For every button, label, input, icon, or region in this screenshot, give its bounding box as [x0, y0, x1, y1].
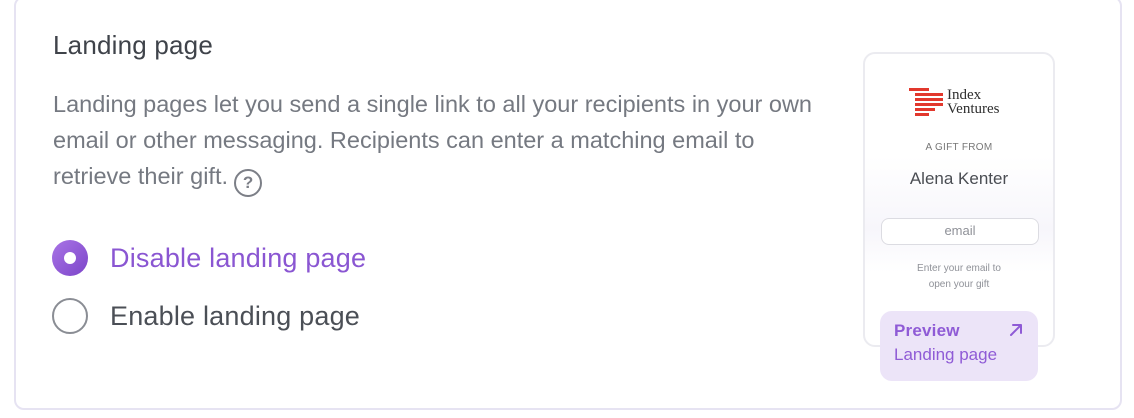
- index-ventures-logo-icon: [909, 88, 943, 116]
- radio-enable-landing-page[interactable]: Enable landing page: [52, 298, 360, 334]
- description-text: Landing pages let you send a single link…: [53, 91, 812, 189]
- radio-disable-landing-page[interactable]: Disable landing page: [52, 240, 366, 276]
- radio-label-enable[interactable]: Enable landing page: [110, 301, 360, 332]
- radio-label-disable[interactable]: Disable landing page: [110, 243, 366, 274]
- question-circle-icon[interactable]: ?: [234, 169, 263, 197]
- logo-line-1: Index: [947, 87, 982, 103]
- section-title: Landing page: [53, 30, 213, 60]
- logo-text: Index Ventures: [947, 87, 1000, 117]
- radio-button-unchecked[interactable]: [52, 298, 88, 334]
- arrow-up-right-icon: [1010, 324, 1022, 336]
- sender-name: Alena Kenter: [909, 169, 1009, 188]
- gift-from-label: A GIFT FROM: [925, 142, 993, 153]
- section-description: Landing pages let you send a single link…: [53, 86, 813, 197]
- hint-line-1: Enter your email to: [917, 263, 1001, 274]
- company-logo: Index Ventures: [909, 87, 1000, 117]
- email-hint: Enter your email to open your gift: [865, 261, 1053, 293]
- landing-page-preview-card: Index Ventures A GIFT FROM Alena Kenter …: [863, 52, 1055, 347]
- email-input-preview: email: [881, 218, 1039, 245]
- logo-line-2: Ventures: [947, 101, 1000, 117]
- preview-landing-page-button[interactable]: Preview Landing page: [880, 311, 1038, 381]
- radio-button-checked[interactable]: [52, 240, 88, 276]
- hint-line-2: open your gift: [928, 279, 990, 290]
- preview-button-subtitle: Landing page: [894, 345, 998, 364]
